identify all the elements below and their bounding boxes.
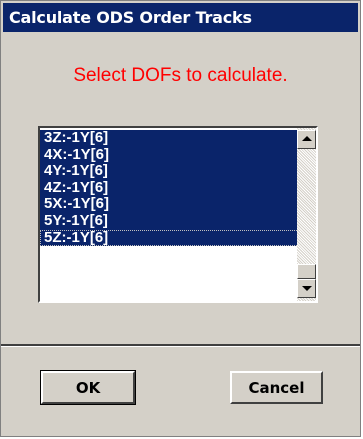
dof-listbox[interactable]: 3Z:-1Y[6] 4X:-1Y[6] 4Y:-1Y[6] 4Z:-1Y[6] … xyxy=(38,126,318,303)
scroll-down-button[interactable] xyxy=(297,279,316,298)
list-item[interactable]: 4Y:-1Y[6] xyxy=(40,163,299,180)
scroll-thumb[interactable] xyxy=(297,264,316,279)
dof-list-items: 3Z:-1Y[6] 4X:-1Y[6] 4Y:-1Y[6] 4Z:-1Y[6] … xyxy=(40,129,299,247)
title-bar[interactable]: Calculate ODS Order Tracks xyxy=(3,3,358,32)
scroll-up-arrow-icon xyxy=(302,136,312,141)
list-item[interactable]: 4Z:-1Y[6] xyxy=(40,179,299,197)
cancel-button[interactable]: Cancel xyxy=(230,371,323,404)
dialog-window: Calculate ODS Order Tracks Select DOFs t… xyxy=(0,0,361,437)
list-item-focused[interactable]: 5Z:-1Y[6] xyxy=(40,229,299,247)
list-item[interactable]: 4X:-1Y[6] xyxy=(40,146,299,164)
list-item[interactable]: 3Z:-1Y[6] xyxy=(40,129,299,147)
scroll-up-button[interactable] xyxy=(297,130,316,149)
list-item[interactable]: 5X:-1Y[6] xyxy=(40,196,299,213)
separator-highlight xyxy=(1,346,360,347)
ok-button[interactable]: OK xyxy=(40,370,136,405)
scroll-down-arrow-icon xyxy=(302,286,312,291)
vertical-scrollbar[interactable] xyxy=(297,128,316,301)
prompt-text: Select DOFs to calculate. xyxy=(73,65,288,86)
list-item[interactable]: 5Y:-1Y[6] xyxy=(40,212,299,230)
